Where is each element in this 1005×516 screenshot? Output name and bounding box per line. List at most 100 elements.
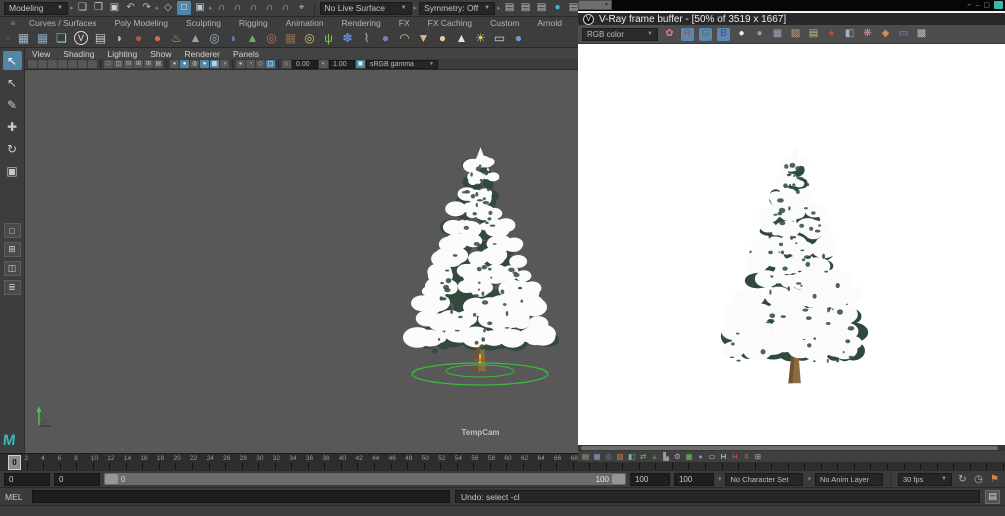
camera-attributes-icon[interactable] — [48, 60, 57, 68]
group-expander-icon[interactable]: ▸ — [414, 4, 418, 12]
copy-clipboard-icon[interactable]: ▤ — [807, 28, 820, 41]
render-current-frame-icon[interactable]: ▤ — [519, 1, 533, 15]
fps-dropdown[interactable]: 30 fps ▼ — [898, 473, 952, 486]
vray-hair-icon[interactable]: ⌇ — [358, 30, 375, 47]
vray-water-icon[interactable]: ◗ — [225, 30, 242, 47]
snap-view-plane-icon[interactable]: ∩ — [279, 1, 293, 15]
histogram-h-red-icon[interactable]: H — [731, 452, 740, 461]
panel-menu-item[interactable]: Renderer — [185, 49, 220, 59]
range-start-handle[interactable] — [105, 474, 118, 484]
plugin-display-icon[interactable]: ▢ — [266, 60, 275, 68]
viewport-canvas[interactable]: TempCam — [25, 70, 578, 453]
vray-plane-light-icon[interactable]: ▭ — [491, 30, 508, 47]
vray-fur-grass-icon[interactable]: ψ — [320, 30, 337, 47]
lock-camera-icon[interactable] — [38, 60, 47, 68]
workspace-dropdown[interactable]: Modeling ▼ — [4, 2, 68, 15]
panel-menu-item[interactable]: Show — [150, 49, 171, 59]
divider[interactable] — [278, 60, 279, 69]
history-save-icon[interactable]: ▦ — [593, 452, 602, 461]
script-editor-button[interactable]: ▤ — [985, 490, 1000, 504]
rotate-tool[interactable]: ↻ — [3, 139, 22, 158]
vray-proxy-icon[interactable]: ▲ — [187, 30, 204, 47]
red-channel-icon[interactable]: R — [681, 28, 694, 41]
joint-xray-icon[interactable] — [88, 60, 97, 68]
redo-icon[interactable]: ↷ — [140, 1, 154, 15]
vray-sphere-fade-icon[interactable]: ◎ — [206, 30, 223, 47]
vray-material-sphere-icon[interactable]: ● — [510, 30, 527, 47]
open-render-view-icon[interactable]: ▤ — [503, 1, 517, 15]
app-menu-icon[interactable]: ⌐ — [967, 2, 971, 9]
auto-key-icon[interactable]: ⚑ — [988, 473, 1001, 486]
pan-zoom-2d-icon[interactable] — [78, 60, 87, 68]
select-object-icon[interactable]: □ — [177, 1, 191, 15]
add-plus-icon[interactable]: ⊞ — [754, 452, 763, 461]
image-plane-icon[interactable] — [68, 60, 77, 68]
layout-four-pane[interactable]: ⊞ — [4, 242, 21, 257]
default-material-icon[interactable]: ● — [170, 60, 179, 68]
bookmarks-icon[interactable] — [58, 60, 67, 68]
character-set-dropdown[interactable]: No Character Set — [725, 473, 803, 486]
three-pane-layout-icon[interactable]: ⊞ — [134, 60, 143, 68]
green-channel-icon[interactable]: G — [699, 28, 712, 41]
snap-grid-icon[interactable]: ∩ — [215, 1, 229, 15]
settings-gear-icon[interactable]: ⚙ — [673, 452, 682, 461]
shelf-tab[interactable]: FX Caching — [419, 17, 481, 29]
vray-physical-camera-icon[interactable]: ● — [130, 30, 147, 47]
command-input[interactable] — [32, 490, 450, 503]
paint-select-tool[interactable]: ✎ — [3, 95, 22, 114]
layout-two-pane[interactable]: ◫ — [4, 261, 21, 276]
region-render-icon[interactable]: ◧ — [843, 28, 856, 41]
monitor-small-icon[interactable]: ▭ — [708, 452, 717, 461]
shelf-tab[interactable]: Custom — [481, 17, 528, 29]
panel-menu-item[interactable]: Shading — [63, 49, 94, 59]
shelf-tab-menu-icon[interactable]: ≡ — [6, 19, 20, 28]
lasso-tool[interactable]: ↖ — [3, 73, 22, 92]
vray-rect-light-icon[interactable]: ▼ — [415, 30, 432, 47]
move-tool[interactable]: ✚ — [3, 117, 22, 136]
gamma-field[interactable]: 1.00 — [329, 60, 355, 69]
group-expander-icon[interactable]: ▸ — [209, 4, 213, 12]
camera-info-icon[interactable]: ● — [696, 452, 705, 461]
histogram-icon[interactable]: ▙ — [662, 452, 671, 461]
vray-render-elements-icon[interactable]: ❏ — [53, 30, 70, 47]
chevron-down-icon[interactable]: ▾ — [807, 475, 811, 483]
vray-notes-icon[interactable]: ▤ — [92, 30, 109, 47]
shaded-display-icon[interactable]: ● — [180, 60, 189, 68]
snap-point-icon[interactable]: ∩ — [247, 1, 261, 15]
single-pane-layout-icon[interactable]: □ — [104, 60, 113, 68]
shelf-tab[interactable]: Sculpting — [177, 17, 230, 29]
undo-icon[interactable]: ↶ — [124, 1, 138, 15]
load-image-icon[interactable]: ▨ — [789, 28, 802, 41]
vray-ies-light-icon[interactable]: ▲ — [453, 30, 470, 47]
panel-menu-item[interactable]: Lighting — [107, 49, 137, 59]
vray-displacement-icon[interactable]: ● — [377, 30, 394, 47]
select-camera-icon[interactable] — [28, 60, 37, 68]
snap-curve-icon[interactable]: ∩ — [231, 1, 245, 15]
color-corrections-icon[interactable]: ✿ — [663, 28, 676, 41]
alpha-channel-icon[interactable]: ● — [735, 28, 748, 41]
channel-dropdown[interactable]: RGB color ▼ — [582, 28, 658, 41]
vray-logo-icon[interactable]: V — [74, 31, 88, 45]
render-settings-icon[interactable]: ● — [551, 1, 565, 15]
green-image-icon[interactable]: ▦ — [685, 452, 694, 461]
ipr-render-icon[interactable]: ▤ — [535, 1, 549, 15]
vray-light-panel-icon[interactable]: ▦ — [15, 30, 32, 47]
four-pane-layout-icon[interactable]: ⊞ — [144, 60, 153, 68]
shelf-tab[interactable]: FX — [390, 17, 419, 29]
compare-images-icon[interactable]: ❋ — [861, 28, 874, 41]
close-icon[interactable] — [994, 1, 1003, 9]
textured-lit-icon[interactable]: ▩ — [210, 60, 219, 68]
landscape-icon[interactable]: ▲ — [650, 452, 659, 461]
vray-sphere-light-icon[interactable]: ● — [434, 30, 451, 47]
group-expander-icon[interactable]: ▸ — [497, 4, 501, 12]
select-component-icon[interactable]: ▣ — [193, 1, 207, 15]
group-expander-icon[interactable]: ▸ — [156, 4, 160, 12]
shelf-options-icon[interactable]: ○ — [3, 35, 13, 42]
command-language-label[interactable]: MEL — [5, 492, 27, 502]
current-frame-marker[interactable]: 0 — [8, 455, 21, 470]
vray-sun-icon[interactable]: ☀ — [472, 30, 489, 47]
layout-outliner[interactable]: ≣ — [4, 280, 21, 295]
shelf-tab[interactable]: Animation — [277, 17, 333, 29]
vray-spheres-icon[interactable]: ● — [149, 30, 166, 47]
vray-dome-cam-icon[interactable]: ◗ — [111, 30, 128, 47]
